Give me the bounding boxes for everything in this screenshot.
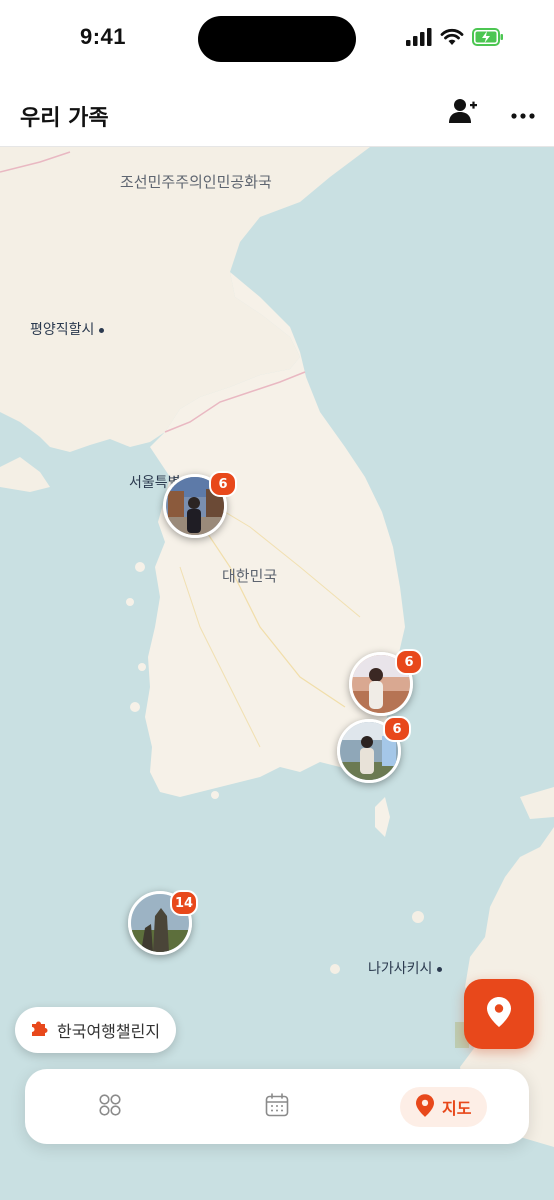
- status-time: 9:41: [80, 24, 127, 49]
- tab-album[interactable]: [95, 1087, 125, 1127]
- dynamic-island: [198, 16, 356, 62]
- page-title: 우리 가족: [20, 106, 109, 131]
- label-pyongyang: 평양직할시: [30, 319, 105, 339]
- cluster-count-badge: 6: [395, 649, 423, 675]
- signal-icon: [406, 28, 432, 50]
- challenge-label: 한국여행챌린지: [57, 1022, 161, 1041]
- status-icons: [406, 28, 504, 50]
- label-south-korea: 대한민국: [222, 567, 278, 585]
- bottom-tab-bar: 지도: [25, 1069, 529, 1144]
- more-horizontal-icon: [511, 104, 535, 123]
- label-pyongyang-text: 평양직할시: [30, 322, 95, 338]
- label-nagasaki: 나가사키시: [368, 958, 443, 978]
- tab-map[interactable]: 지도: [400, 1087, 488, 1127]
- grid-icon: [99, 1094, 121, 1120]
- label-nagasaki-text: 나가사키시: [368, 961, 433, 977]
- calendar-icon: [265, 1093, 289, 1121]
- label-north-korea: 조선민주주의인민공화국: [120, 173, 272, 191]
- cluster-count-badge: 6: [209, 471, 237, 497]
- cluster-count-badge: 14: [170, 890, 198, 916]
- travel-challenge-button[interactable]: 한국여행챌린지: [15, 1007, 177, 1053]
- wifi-icon: [440, 28, 464, 50]
- add-member-button[interactable]: [446, 96, 480, 130]
- location-pin-icon: [487, 997, 511, 1031]
- location-pin-button[interactable]: [464, 979, 534, 1049]
- tab-calendar[interactable]: [262, 1087, 292, 1127]
- cluster-count-badge: 6: [383, 716, 411, 742]
- city-dot: [437, 966, 443, 972]
- location-pin-icon: [416, 1093, 434, 1121]
- status-bar: 9:41: [0, 0, 554, 80]
- battery-charging-icon: [472, 28, 504, 50]
- more-options-button[interactable]: [506, 96, 540, 130]
- person-add-icon: [449, 98, 477, 128]
- tab-map-label: 지도: [442, 1099, 472, 1118]
- city-dot: [99, 327, 105, 333]
- app-header: 우리 가족: [0, 80, 554, 147]
- puzzle-icon: [29, 1018, 49, 1042]
